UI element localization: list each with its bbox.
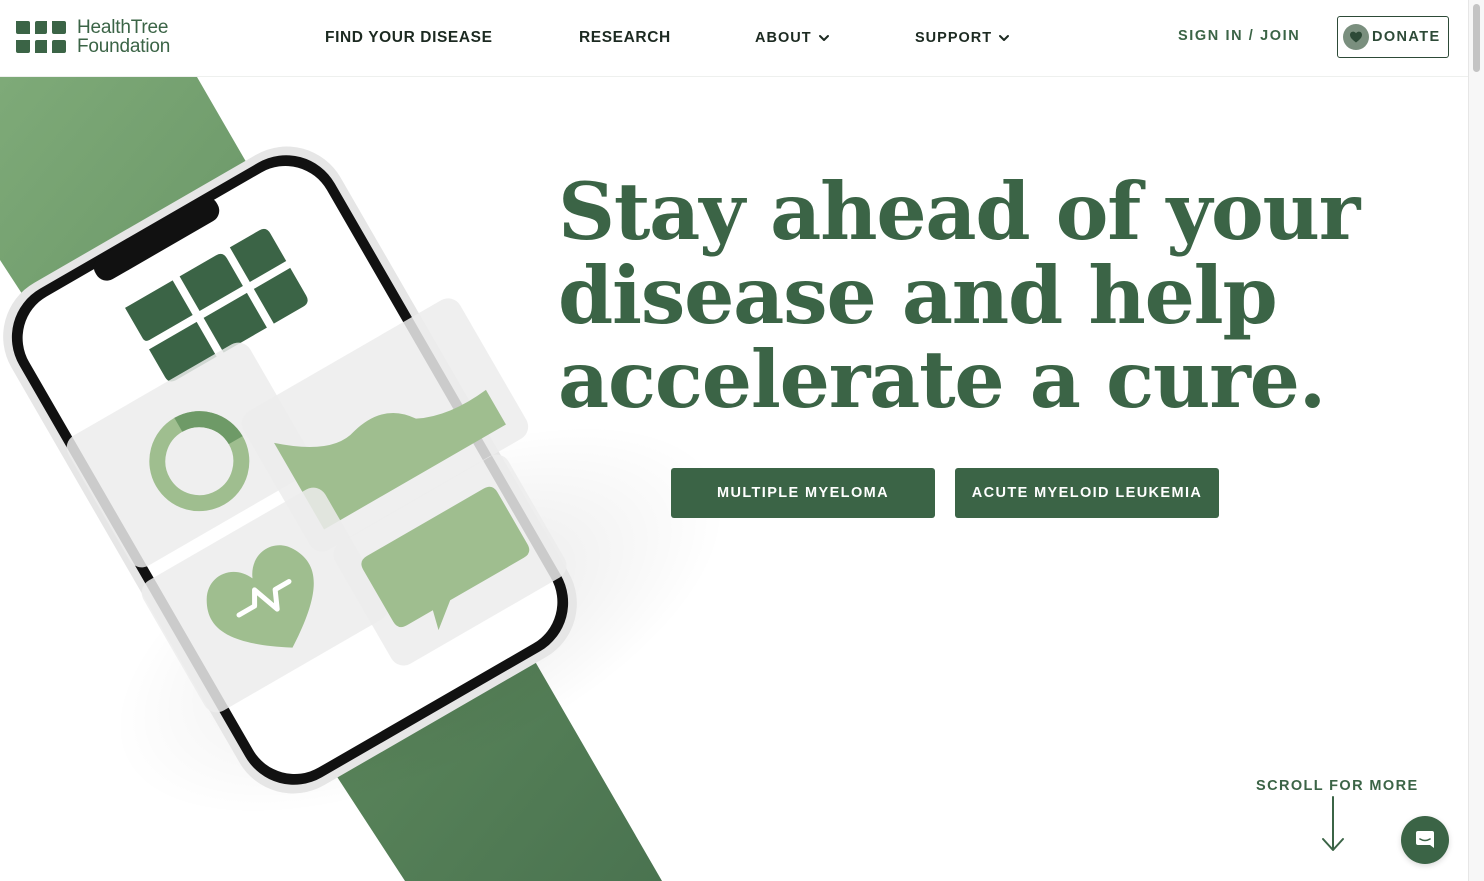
donate-button[interactable]: DONATE xyxy=(1337,16,1449,58)
nav-find-your-disease[interactable]: FIND YOUR DISEASE xyxy=(325,27,493,49)
chevron-down-icon xyxy=(818,35,829,41)
site-header: HealthTree Foundation FIND YOUR DISEASE … xyxy=(0,0,1468,77)
brand-name-line1: HealthTree xyxy=(77,17,169,38)
brand-name-line2: Foundation xyxy=(77,36,171,57)
chat-launcher-button[interactable] xyxy=(1401,816,1449,864)
hero-headline: Stay ahead of your disease and help acce… xyxy=(558,165,1438,426)
heart-badge xyxy=(1343,24,1369,50)
multiple-myeloma-button[interactable]: MULTIPLE MYELOMA xyxy=(671,468,935,518)
nav-support-label: SUPPORT xyxy=(915,30,993,46)
nav-find-your-disease-label: FIND YOUR DISEASE xyxy=(325,29,493,46)
scroll-for-more-label: SCROLL FOR MORE xyxy=(1256,778,1419,794)
headline-line-3: accelerate a cure. xyxy=(558,333,1326,426)
brand-logo[interactable]: HealthTree Foundation xyxy=(14,18,170,56)
headline-line-2: disease and help xyxy=(558,249,1278,342)
nav-research-label: RESEARCH xyxy=(579,29,671,46)
donate-label: DONATE xyxy=(1372,29,1441,45)
brand-name: HealthTree Foundation xyxy=(77,18,170,56)
heart-icon xyxy=(1350,31,1362,43)
nav-research[interactable]: RESEARCH xyxy=(579,27,671,49)
nav-support[interactable]: SUPPORT xyxy=(915,27,1010,49)
nav-about[interactable]: ABOUT xyxy=(755,27,830,49)
headline-line-1: Stay ahead of your xyxy=(558,165,1360,258)
page-scrollbar[interactable] xyxy=(1468,0,1484,881)
nav-about-label: ABOUT xyxy=(755,30,812,46)
acute-myeloid-leukemia-button[interactable]: ACUTE MYELOID LEUKEMIA xyxy=(955,468,1219,518)
chevron-down-icon xyxy=(999,35,1010,41)
arrow-down-icon xyxy=(1322,796,1344,851)
leaf-grid-logo-icon xyxy=(16,21,66,53)
chat-icon xyxy=(1416,831,1434,848)
scrollbar-thumb[interactable] xyxy=(1473,4,1480,72)
sign-in-join-link[interactable]: SIGN IN / JOIN xyxy=(1178,28,1300,44)
